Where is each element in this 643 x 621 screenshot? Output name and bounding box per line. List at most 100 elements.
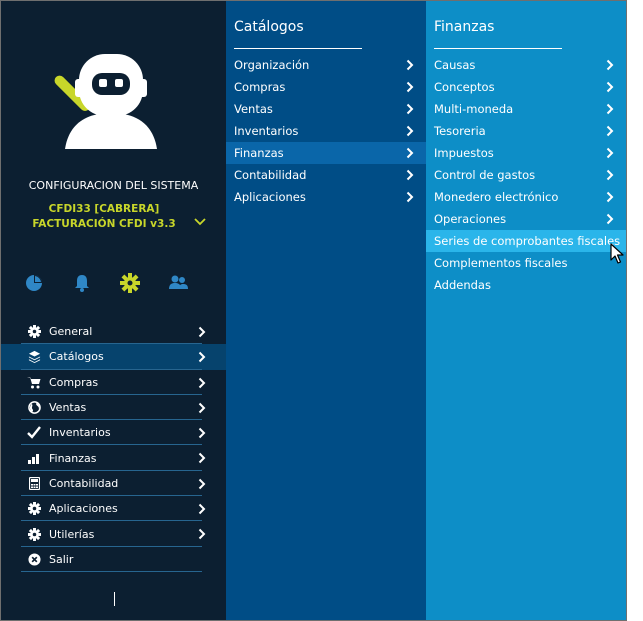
mouse-pointer-icon bbox=[610, 243, 624, 265]
company-selector[interactable]: CFDI33 [CABRERA] FACTURACIÓN CFDI v3.3 bbox=[1, 202, 207, 232]
catalogos-list: Organización Compras Ventas Inventarios … bbox=[226, 54, 426, 208]
submenu-item-label: Multi-moneda bbox=[434, 102, 514, 116]
chevron-right-icon bbox=[606, 59, 614, 71]
menu-item-contabilidad[interactable]: Contabilidad bbox=[21, 471, 226, 497]
finanzas-item-causas[interactable]: Causas bbox=[426, 54, 626, 76]
finanzas-submenu: Finanzas Causas Conceptos Multi-moneda T… bbox=[426, 1, 626, 620]
finanzas-item-series-de-comprobantes-fiscales[interactable]: Series de comprobantes fiscales bbox=[426, 230, 626, 252]
finanzas-list: Causas Conceptos Multi-moneda Tesoreria … bbox=[426, 54, 626, 296]
submenu-item-label: Complementos fiscales bbox=[434, 256, 568, 270]
chevron-right-icon bbox=[606, 147, 614, 159]
main-menu: General Catálogos Compras Ventas Inventa… bbox=[1, 319, 226, 573]
finanzas-item-conceptos[interactable]: Conceptos bbox=[426, 76, 626, 98]
chevron-right-icon bbox=[406, 169, 414, 181]
catalogos-item-ventas[interactable]: Ventas bbox=[226, 98, 426, 120]
gear-icon bbox=[27, 325, 41, 339]
chevron-right-icon bbox=[198, 377, 206, 389]
submenu-item-label: Control de gastos bbox=[434, 168, 536, 182]
catalogos-item-organizacion[interactable]: Organización bbox=[226, 54, 426, 76]
chevron-right-icon bbox=[606, 213, 614, 225]
submenu-item-label: Conceptos bbox=[434, 80, 495, 94]
submenu-item-label: Impuestos bbox=[434, 146, 494, 160]
menu-item-inventarios[interactable]: Inventarios bbox=[21, 420, 226, 446]
catalogos-item-contabilidad[interactable]: Contabilidad bbox=[226, 164, 426, 186]
submenu-item-label: Finanzas bbox=[234, 146, 284, 160]
finanzas-item-tesoreria[interactable]: Tesoreria bbox=[426, 120, 626, 142]
chevron-right-icon bbox=[406, 103, 414, 115]
catalogos-item-inventarios[interactable]: Inventarios bbox=[226, 120, 426, 142]
users-icon[interactable] bbox=[167, 272, 189, 294]
submenu-item-label: Series de comprobantes fiscales bbox=[434, 234, 621, 248]
text-caret bbox=[114, 592, 115, 606]
chevron-right-icon bbox=[406, 125, 414, 137]
menu-item-label: Compras bbox=[49, 375, 99, 389]
finanzas-item-multi-moneda[interactable]: Multi-moneda bbox=[426, 98, 626, 120]
chevron-right-icon bbox=[198, 478, 206, 490]
finanzas-item-control-de-gastos[interactable]: Control de gastos bbox=[426, 164, 626, 186]
chevron-right-icon bbox=[198, 326, 206, 338]
menu-item-label: Salir bbox=[49, 552, 74, 566]
submenu-item-label: Organización bbox=[234, 58, 310, 72]
menu-item-label: General bbox=[49, 325, 93, 339]
chevron-right-icon bbox=[406, 81, 414, 93]
bar-chart-icon bbox=[27, 451, 41, 465]
submenu-item-label: Causas bbox=[434, 58, 476, 72]
chevron-right-icon bbox=[406, 191, 414, 203]
finanzas-item-impuestos[interactable]: Impuestos bbox=[426, 142, 626, 164]
layers-icon bbox=[27, 350, 41, 364]
submenu-item-label: Tesoreria bbox=[434, 124, 486, 138]
finanzas-item-operaciones[interactable]: Operaciones bbox=[426, 208, 626, 230]
company-version: FACTURACIÓN CFDI v3.3 bbox=[32, 218, 176, 230]
chevron-right-icon bbox=[606, 125, 614, 137]
menu-item-general[interactable]: General bbox=[21, 319, 226, 345]
submenu-item-label: Ventas bbox=[234, 102, 273, 116]
chevron-right-icon bbox=[198, 427, 206, 439]
submenu-item-label: Monedero electrónico bbox=[434, 190, 559, 204]
submenu-item-label: Addendas bbox=[434, 278, 491, 292]
chevron-right-icon bbox=[198, 528, 206, 540]
menu-item-compras[interactable]: Compras bbox=[21, 370, 226, 396]
menu-item-label: Ventas bbox=[49, 401, 87, 415]
bell-icon[interactable] bbox=[71, 272, 93, 294]
chevron-right-icon bbox=[198, 351, 206, 363]
finanzas-item-complementos-fiscales[interactable]: Complementos fiscales bbox=[426, 252, 626, 274]
menu-item-label: Aplicaciones bbox=[49, 502, 118, 516]
company-name: CFDI33 [CABRERA] bbox=[48, 203, 160, 215]
menu-item-aplicaciones[interactable]: Aplicaciones bbox=[21, 496, 226, 522]
catalogos-item-finanzas[interactable]: Finanzas bbox=[226, 142, 426, 164]
menu-item-salir[interactable]: Salir bbox=[21, 547, 226, 573]
header-divider bbox=[434, 48, 562, 49]
chevron-right-icon bbox=[606, 103, 614, 115]
submenu-item-label: Operaciones bbox=[434, 212, 507, 226]
gear-icon bbox=[27, 527, 41, 541]
gear-icon[interactable] bbox=[119, 272, 141, 294]
menu-item-finanzas[interactable]: Finanzas bbox=[21, 445, 226, 472]
quick-icons-bar bbox=[23, 272, 198, 294]
menu-item-utilerias[interactable]: Utilerías bbox=[21, 521, 226, 547]
menu-item-label: Inventarios bbox=[49, 426, 111, 440]
globe-icon bbox=[27, 401, 41, 415]
chevron-right-icon bbox=[606, 81, 614, 93]
catalogos-item-aplicaciones[interactable]: Aplicaciones bbox=[226, 186, 426, 208]
chevron-right-icon bbox=[406, 59, 414, 71]
finanzas-header: Finanzas bbox=[434, 19, 495, 35]
chevron-right-icon bbox=[606, 169, 614, 181]
close-circle-icon bbox=[27, 552, 41, 566]
finanzas-item-monedero-electronico[interactable]: Monedero electrónico bbox=[426, 186, 626, 208]
chevron-right-icon bbox=[198, 402, 206, 414]
menu-item-label: Contabilidad bbox=[49, 476, 119, 490]
dashboard-pie-icon[interactable] bbox=[23, 272, 45, 294]
finanzas-item-addendas[interactable]: Addendas bbox=[426, 274, 626, 296]
chevron-down-icon[interactable] bbox=[193, 217, 207, 227]
robot-avatar-icon bbox=[51, 39, 171, 149]
submenu-item-label: Aplicaciones bbox=[234, 190, 306, 204]
catalogos-item-compras[interactable]: Compras bbox=[226, 76, 426, 98]
menu-item-catalogos[interactable]: Catálogos bbox=[1, 344, 226, 370]
system-title: CONFIGURACION DEL SISTEMA bbox=[28, 179, 199, 192]
catalogos-header: Catálogos bbox=[234, 19, 304, 35]
catalogos-submenu: Catálogos Organización Compras Ventas In… bbox=[226, 1, 426, 620]
chevron-right-icon bbox=[198, 452, 206, 464]
calculator-icon bbox=[27, 476, 41, 490]
header-divider bbox=[234, 48, 362, 49]
menu-item-ventas[interactable]: Ventas bbox=[21, 395, 226, 421]
